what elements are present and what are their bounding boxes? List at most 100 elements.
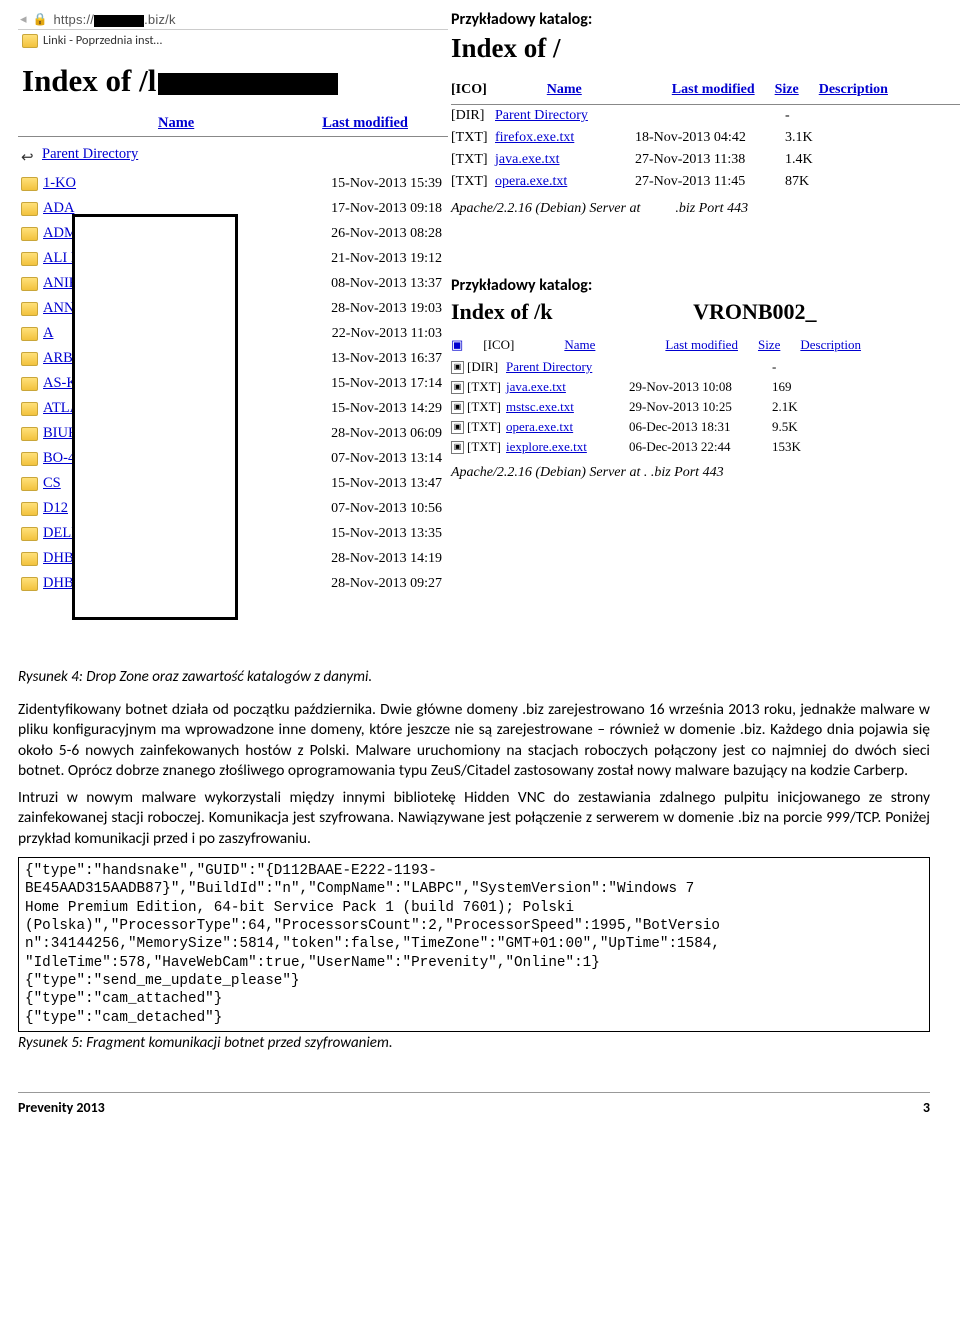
code-line: BE45AAD315AADB87}","BuildId":"n","CompNa… (25, 880, 923, 898)
list-item: ▣[DIR]Parent Directory- (451, 357, 960, 377)
square-icon: ▣ (451, 421, 464, 434)
address-bar: ◂ 🔒 https://.biz/k (18, 10, 448, 29)
footer-page-number: 3 (923, 1099, 930, 1116)
file-link[interactable]: firefox.exe.txt (495, 130, 635, 146)
listing-headers: Name Last modified (18, 105, 448, 137)
square-icon: ▣ (451, 361, 464, 374)
list-item: ▣[TXT]mstsc.exe.txt29-Nov-2013 10:252.1K (451, 397, 960, 417)
file-link[interactable]: opera.exe.txt (506, 419, 626, 435)
example-catalog-caption-1: Przykładowy katalog: (451, 10, 960, 31)
last-modified: 07-Nov-2013 10:56 (331, 501, 442, 517)
apache-footer-rt: Apache/2.2.16 (Debian) Server at .biz Po… (451, 193, 960, 225)
right-top-screenshot: Przykładowy katalog: Index of / [ICO] Na… (451, 10, 960, 225)
folder-icon (21, 227, 38, 241)
last-modified: 27-Nov-2013 11:38 (635, 152, 785, 168)
folder-icon (21, 352, 38, 366)
code-line: "IdleTime":578,"HaveWebCam":true,"UserNa… (25, 954, 923, 972)
code-line: Home Premium Edition, 64-bit Service Pac… (25, 899, 923, 917)
type-tag: [TXT] (467, 419, 503, 435)
file-link[interactable]: java.exe.txt (495, 152, 635, 168)
file-size: 9.5K (772, 419, 822, 435)
code-line: n":34144256,"MemorySize":5814,"token":fa… (25, 935, 923, 953)
folder-icon (21, 277, 38, 291)
square-icon: ▣ (451, 337, 463, 353)
last-modified: 29-Nov-2013 10:08 (629, 379, 769, 395)
last-modified: 28-Nov-2013 19:03 (331, 301, 442, 317)
file-size: 169 (772, 379, 822, 395)
parent-directory-row: Parent Directory (18, 143, 448, 171)
parent-directory-link[interactable]: Parent Directory (42, 146, 138, 163)
col-name: Name (158, 115, 194, 132)
square-icon: ▣ (451, 381, 464, 394)
file-size: 3.1K (785, 130, 835, 146)
last-modified: 06-Dec-2013 22:44 (629, 439, 769, 455)
type-tag: [TXT] (451, 130, 495, 146)
listing-headers-rm: ▣ [ICO] Name Last modified Size Descript… (451, 327, 960, 357)
page-footer: Prevenity 2013 3 (18, 1092, 930, 1116)
type-tag: [DIR] (467, 359, 503, 375)
last-modified: 22-Nov-2013 11:03 (332, 326, 442, 342)
folder-icon (21, 252, 38, 266)
type-tag: [TXT] (451, 152, 495, 168)
file-link[interactable]: Parent Directory (506, 359, 626, 375)
body-paragraph-1: Zidentyfikowany botnet działa od początk… (18, 700, 930, 788)
folder-icon (22, 34, 38, 48)
bookmark-label: Linki - Poprzednia inst… (43, 33, 162, 48)
last-modified: 08-Nov-2013 13:37 (331, 276, 442, 292)
folder-icon (21, 527, 38, 541)
code-line: {"type":"cam_attached"} (25, 990, 923, 1008)
back-nav-icon: ◂ (20, 12, 27, 27)
last-modified: 15-Nov-2013 13:47 (331, 476, 442, 492)
url-text: https://.biz/k (53, 12, 175, 27)
last-modified: 15-Nov-2013 17:14 (331, 376, 442, 392)
directory-listing-right-mid: ▣ [ICO] Name Last modified Size Descript… (451, 327, 960, 489)
file-link[interactable]: java.exe.txt (506, 379, 626, 395)
index-title-left: Index of /l (18, 51, 448, 105)
directory-link[interactable]: 1-KO (43, 175, 87, 192)
folder-icon (21, 302, 38, 316)
redaction-box (72, 214, 238, 620)
last-modified: 15-Nov-2013 15:39 (331, 176, 442, 192)
folder-icon (21, 427, 38, 441)
last-modified: 28-Nov-2013 14:19 (331, 551, 442, 567)
type-tag: [TXT] (467, 439, 503, 455)
square-icon: ▣ (451, 401, 464, 414)
last-modified: 29-Nov-2013 10:25 (629, 399, 769, 415)
list-item: [DIR]Parent Directory- (451, 105, 960, 127)
folder-icon (21, 402, 38, 416)
example-catalog-caption-2: Przykładowy katalog: (451, 276, 960, 297)
left-screenshot: ◂ 🔒 https://.biz/k Linki - Poprzednia in… (18, 10, 448, 596)
type-tag: [TXT] (467, 399, 503, 415)
right-middle-screenshot: Przykładowy katalog: Index of /k VRONB00… (451, 276, 960, 489)
list-item: ▣[TXT]opera.exe.txt06-Dec-2013 18:319.5K (451, 417, 960, 437)
footer-left: Prevenity 2013 (18, 1099, 105, 1116)
code-line: (Polska)","ProcessorType":64,"Processors… (25, 917, 923, 935)
file-size: 2.1K (772, 399, 822, 415)
back-icon (21, 148, 37, 162)
file-link[interactable]: opera.exe.txt (495, 174, 635, 190)
lock-icon: 🔒 (33, 12, 48, 27)
type-tag: [DIR] (451, 108, 495, 124)
last-modified: 26-Nov-2013 08:28 (331, 226, 442, 242)
directory-listing-right-top: [ICO] Name Last modified Size Descriptio… (451, 66, 960, 225)
list-item: 1-KO 15-Nov-2013 15:39 (18, 171, 448, 196)
last-modified: 18-Nov-2013 04:42 (635, 130, 785, 146)
file-link[interactable]: iexplore.exe.txt (506, 439, 626, 455)
figure-4-block: ◂ 🔒 https://.biz/k Linki - Poprzednia in… (18, 10, 930, 650)
folder-icon (21, 477, 38, 491)
last-modified: 13-Nov-2013 16:37 (331, 351, 442, 367)
last-modified: 28-Nov-2013 09:27 (331, 576, 442, 592)
code-line: {"type":"handsnake","GUID":"{D112BAAE-E2… (25, 862, 923, 880)
file-link[interactable]: mstsc.exe.txt (506, 399, 626, 415)
folder-icon (21, 202, 38, 216)
folder-icon (21, 452, 38, 466)
file-link[interactable]: Parent Directory (495, 108, 635, 124)
last-modified: 27-Nov-2013 11:45 (635, 174, 785, 190)
square-icon: ▣ (451, 441, 464, 454)
code-line: {"type":"send_me_update_please"} (25, 972, 923, 990)
last-modified: 15-Nov-2013 13:35 (331, 526, 442, 542)
list-item: [TXT]java.exe.txt27-Nov-2013 11:381.4K (451, 149, 960, 171)
last-modified: 21-Nov-2013 19:12 (331, 251, 442, 267)
file-size: 1.4K (785, 152, 835, 168)
folder-icon (21, 177, 38, 191)
